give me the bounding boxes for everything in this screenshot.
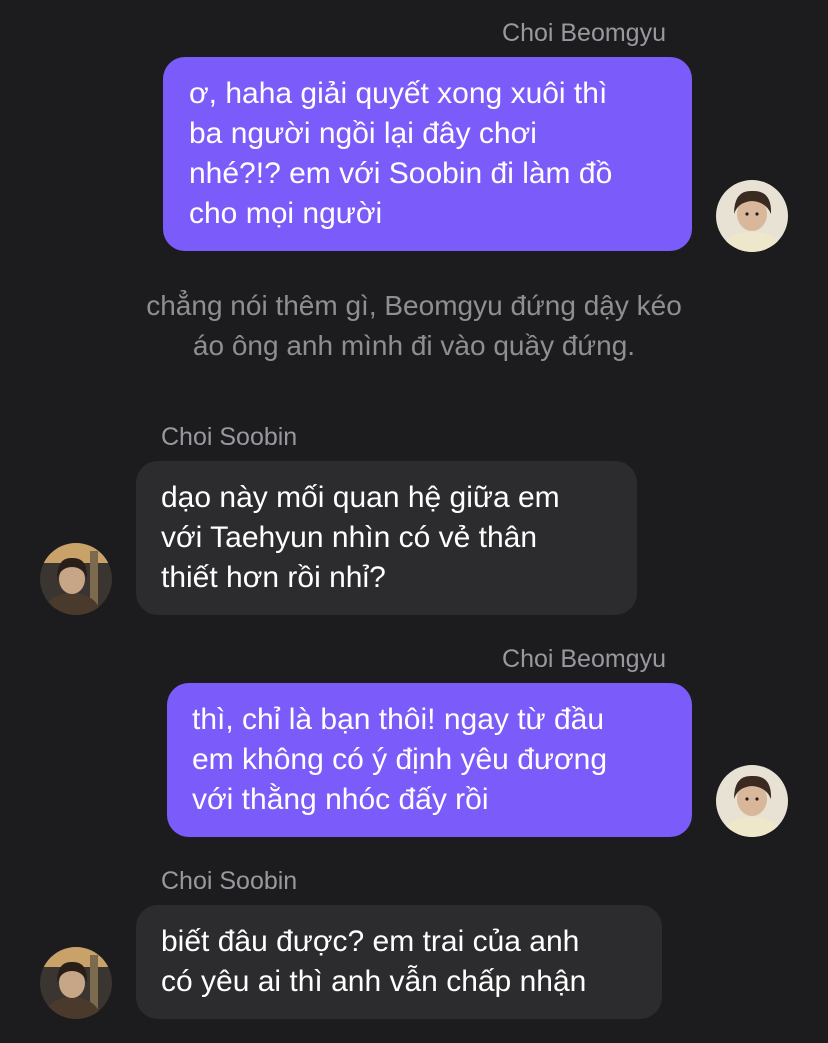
message-line: nhé?!? em với Soobin đi làm đồ <box>189 157 613 190</box>
sender-name: Choi Beomgyu <box>502 645 666 673</box>
message-bubble-outgoing[interactable]: ơ, haha giải quyết xong xuôi thì ba ngườ… <box>163 57 692 251</box>
message-line: thì, chỉ là bạn thôi! ngay từ đầu <box>192 703 605 736</box>
avatar-beomgyu[interactable] <box>716 765 788 837</box>
sender-name: Choi Beomgyu <box>502 19 666 47</box>
avatar-soobin[interactable] <box>40 947 112 1019</box>
narration-text: chẳng nói thêm gì, Beomgyu đứng dậy kéo … <box>60 286 768 366</box>
sender-name: Choi Soobin <box>161 423 298 451</box>
message-line: dạo này mối quan hệ giữa em <box>161 481 560 514</box>
message-line: em không có ý định yêu đương <box>192 743 608 776</box>
message-bubble-incoming[interactable]: dạo này mối quan hệ giữa em với Taehyun … <box>136 461 637 615</box>
message-line: biết đâu được? em trai của anh <box>161 925 580 958</box>
message-bubble-outgoing[interactable]: thì, chỉ là bạn thôi! ngay từ đầu em khô… <box>167 683 692 837</box>
narration-line: áo ông anh mình đi vào quầy đứng. <box>192 330 636 361</box>
avatar-beomgyu[interactable] <box>716 180 788 252</box>
message-line: với thằng nhóc đấy rồi <box>192 783 489 816</box>
message-line: có yêu ai thì anh vẫn chấp nhận <box>161 965 587 998</box>
message-bubble-incoming[interactable]: biết đâu được? em trai của anh có yêu ai… <box>136 905 662 1019</box>
message-line: với Taehyun nhìn có vẻ thân <box>161 521 538 554</box>
message-line: ơ, haha giải quyết xong xuôi thì <box>189 77 608 110</box>
message-line: thiết hơn rồi nhỉ? <box>161 561 386 594</box>
message-line: cho mọi người <box>189 197 383 230</box>
message-line: ba người ngồi lại đây chơi <box>189 117 537 150</box>
narration-line: chẳng nói thêm gì, Beomgyu đứng dậy kéo <box>146 290 682 321</box>
avatar-soobin[interactable] <box>40 543 112 615</box>
sender-name: Choi Soobin <box>161 867 298 895</box>
